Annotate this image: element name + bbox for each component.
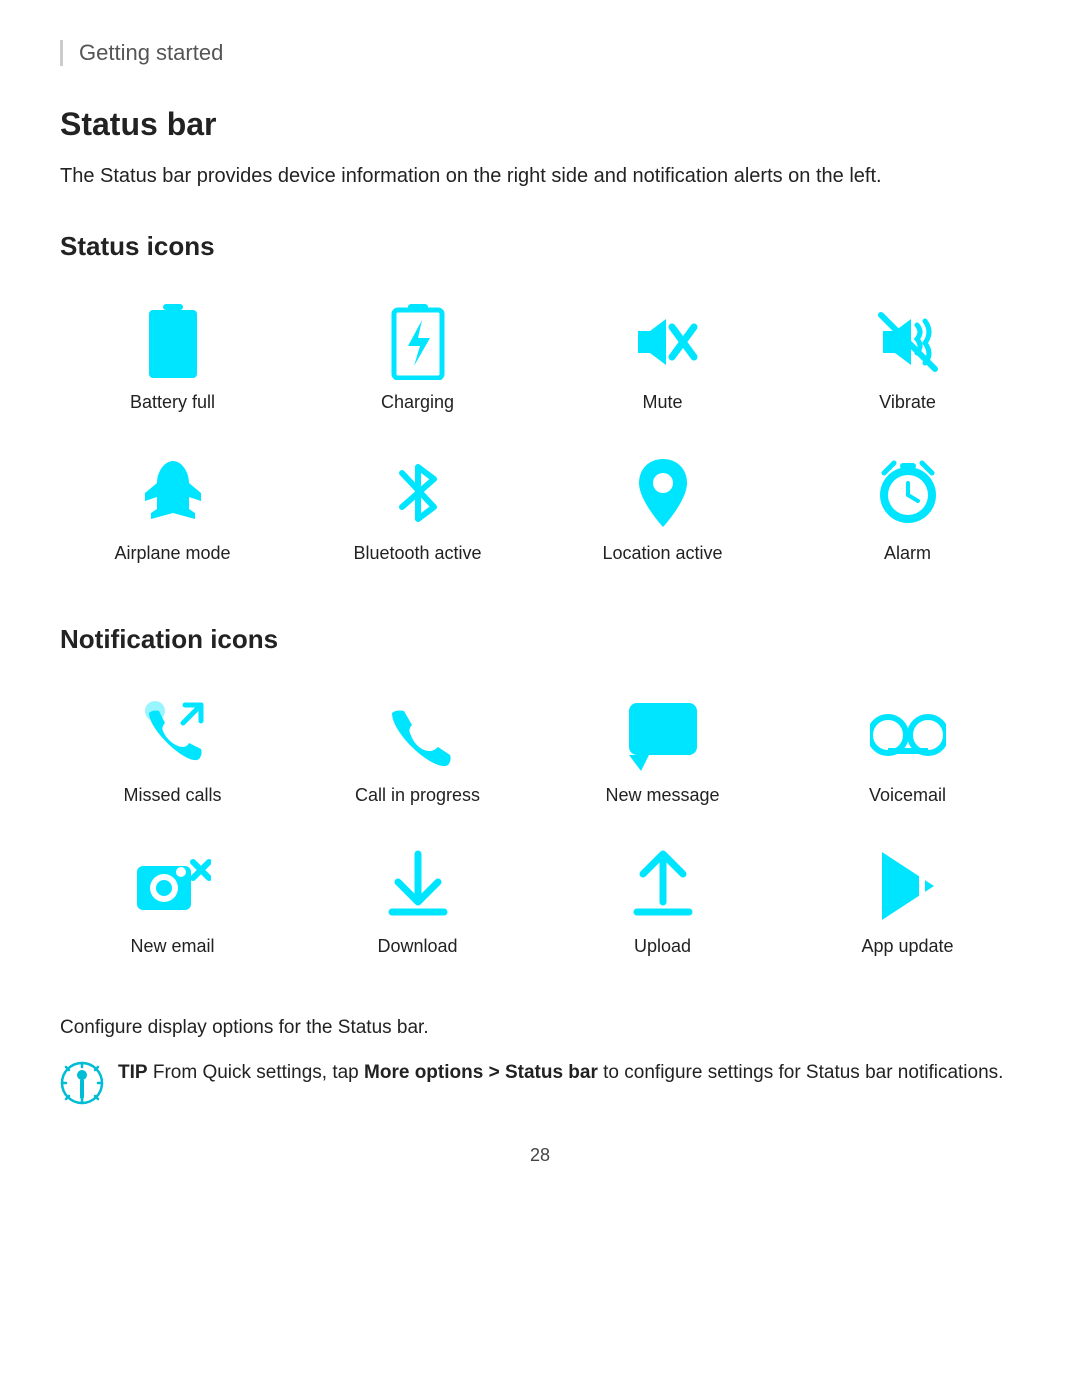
call-progress-label: Call in progress — [355, 785, 480, 806]
new-email-label: New email — [130, 936, 214, 957]
tip-box: TIP From Quick settings, tap More option… — [60, 1059, 1020, 1105]
notification-icon-missed-calls: Missed calls — [60, 685, 285, 826]
voicemail-icon — [868, 695, 948, 775]
app-update-icon — [868, 846, 948, 926]
new-email-icon — [133, 846, 213, 926]
configure-text: Configure display options for the Status… — [60, 1017, 1020, 1039]
download-label: Download — [377, 936, 457, 957]
download-icon — [378, 846, 458, 926]
location-icon — [623, 453, 703, 533]
battery-full-icon — [133, 302, 213, 382]
call-progress-icon — [378, 695, 458, 775]
status-icon-airplane: Airplane mode — [60, 443, 285, 584]
app-update-label: App update — [861, 936, 953, 957]
section-description: The Status bar provides device informati… — [60, 161, 1020, 191]
status-icon-charging: Charging — [305, 292, 530, 433]
notification-icon-voicemail: Voicemail — [795, 685, 1020, 826]
notification-icon-app-update: App update — [795, 836, 1020, 977]
vibrate-label: Vibrate — [879, 392, 936, 413]
vibrate-icon — [868, 302, 948, 382]
notification-icon-new-email: New email — [60, 836, 285, 977]
status-icon-vibrate: Vibrate — [795, 292, 1020, 433]
alarm-icon — [868, 453, 948, 533]
bluetooth-icon — [378, 453, 458, 533]
missed-calls-icon — [133, 695, 213, 775]
tip-label: TIP — [118, 1062, 148, 1083]
tip-text-content: From Quick settings, tap — [148, 1062, 364, 1083]
notification-icon-download: Download — [305, 836, 530, 977]
bluetooth-label: Bluetooth active — [353, 543, 481, 564]
tip-bold: More options > Status bar — [364, 1062, 598, 1083]
charging-label: Charging — [381, 392, 454, 413]
charging-icon — [378, 302, 458, 382]
alarm-label: Alarm — [884, 543, 931, 564]
missed-calls-label: Missed calls — [123, 785, 221, 806]
status-icon-alarm: Alarm — [795, 443, 1020, 584]
upload-icon — [623, 846, 703, 926]
status-icons-grid: Battery full Charging Mute — [60, 292, 1020, 584]
breadcrumb: Getting started — [60, 40, 1020, 66]
battery-full-label: Battery full — [130, 392, 215, 413]
airplane-label: Airplane mode — [114, 543, 230, 564]
location-label: Location active — [602, 543, 722, 564]
notification-icon-call-progress: Call in progress — [305, 685, 530, 826]
upload-label: Upload — [634, 936, 691, 957]
notification-icons-grid: Missed calls Call in progress New messag… — [60, 685, 1020, 977]
new-message-label: New message — [605, 785, 719, 806]
page-title: Status bar — [60, 106, 1020, 143]
mute-icon — [623, 302, 703, 382]
tip-end-text: to configure settings for Status bar not… — [598, 1062, 1004, 1083]
new-message-icon — [623, 695, 703, 775]
notification-icon-new-message: New message — [550, 685, 775, 826]
voicemail-label: Voicemail — [869, 785, 946, 806]
status-icon-location: Location active — [550, 443, 775, 584]
mute-label: Mute — [642, 392, 682, 413]
status-icons-title: Status icons — [60, 231, 1020, 262]
status-icon-bluetooth: Bluetooth active — [305, 443, 530, 584]
tip-text: TIP From Quick settings, tap More option… — [118, 1059, 1003, 1088]
airplane-icon — [133, 453, 213, 533]
status-icon-mute: Mute — [550, 292, 775, 433]
notification-icon-upload: Upload — [550, 836, 775, 977]
breadcrumb-label: Getting started — [79, 40, 223, 65]
notification-icons-title: Notification icons — [60, 624, 1020, 655]
page-number: 28 — [60, 1145, 1020, 1166]
tip-icon — [60, 1061, 104, 1105]
status-icon-battery-full: Battery full — [60, 292, 285, 433]
